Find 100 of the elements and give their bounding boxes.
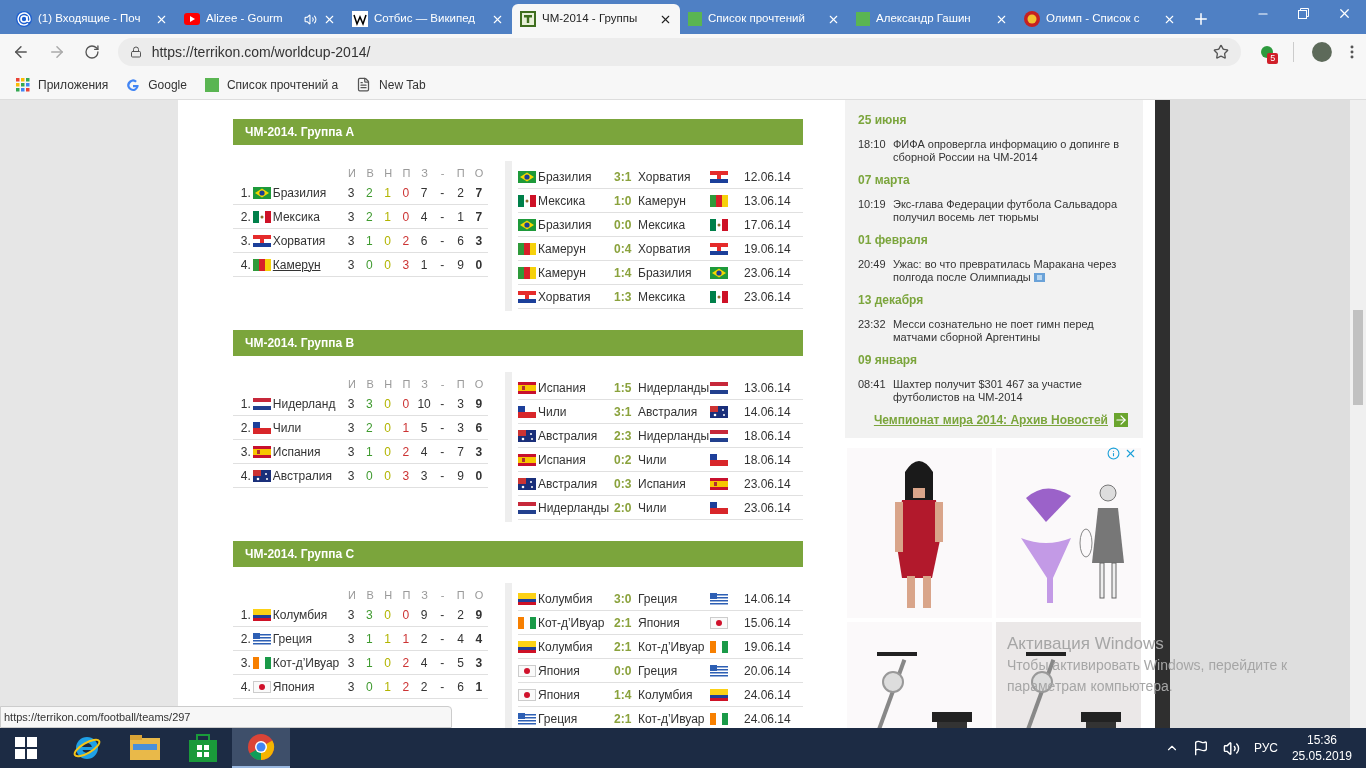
stat-cell-text: 2 <box>401 678 411 696</box>
stat-cell-text: 2 <box>364 208 374 226</box>
menu-icon[interactable] <box>1350 45 1354 59</box>
team-link[interactable]: Хорватия <box>270 231 342 250</box>
bookmark[interactable]: Список прочтений а <box>204 75 339 94</box>
team-link[interactable]: Колумбия <box>270 605 342 624</box>
windows-logo-icon[interactable] <box>15 737 37 759</box>
stat-cell-text: 6 <box>456 232 465 250</box>
news-link[interactable]: Ужас: во что превратилась Маракана через полгода после Олимпиады <box>893 258 1130 284</box>
stat-cell-text: 3 <box>346 606 356 624</box>
flag-alert-icon[interactable] <box>1192 740 1209 756</box>
flag-icon <box>710 218 728 231</box>
stat-cell-text: 9 <box>419 606 429 624</box>
stat-cell-text: 1 <box>364 630 374 648</box>
stat-cell-text: 0 <box>364 467 374 485</box>
news-link[interactable]: Экс-глава Федерации футбола Сальвадора получил восемь лет тюрьмы <box>893 198 1130 224</box>
team-name: Камерун <box>537 240 587 258</box>
language-indicator[interactable]: РУС <box>1253 739 1278 757</box>
stat-cell-text: 0 <box>364 678 374 696</box>
volume-icon[interactable] <box>1222 739 1240 757</box>
team-name: Нидерланды <box>638 427 710 445</box>
stat-cell-text: 0 <box>383 654 392 672</box>
stat-cell-text: 3 <box>474 443 484 461</box>
flag-icon <box>252 421 271 434</box>
flag-icon <box>252 469 271 482</box>
bookmark[interactable]: Google <box>126 75 187 94</box>
browser-tab[interactable]: Сотбис — Википед <box>344 4 512 34</box>
address-bar[interactable]: https://terrikon.com/worldcup-2014/ <box>117 38 1242 66</box>
position: 4. <box>239 678 252 696</box>
info-icon[interactable] <box>1107 447 1120 460</box>
stat-cell-text: 3 <box>346 443 356 461</box>
flag-icon <box>710 194 728 207</box>
column-header: Н <box>383 165 394 181</box>
stat-cell-text: 7 <box>474 208 484 226</box>
match-date: 19.06.14 <box>744 240 791 258</box>
stat-cell-text: 0 <box>383 419 392 437</box>
match-date: 23.06.14 <box>744 288 791 306</box>
star-icon[interactable] <box>1213 44 1230 60</box>
news-date: 09 января <box>858 352 918 369</box>
clock-date[interactable]: 25.05.2019 <box>1291 748 1352 764</box>
stat-cell-text: - <box>439 630 446 648</box>
news-link[interactable]: Месси сознательно не поет гимн перед матчами сборной Аргентины <box>893 318 1130 344</box>
position: 2. <box>239 419 252 437</box>
stat-cell-text: 0 <box>401 208 411 226</box>
browser-tab[interactable]: ЧМ-2014 - Группы <box>512 4 680 34</box>
team-name: Кот-д’Ивуар <box>537 614 606 632</box>
tab-title: Сотбис — Википед <box>374 11 476 27</box>
flag-icon <box>252 445 271 458</box>
stat-cell-text: 3 <box>419 467 429 485</box>
team-link[interactable]: Нидерланд <box>270 394 342 413</box>
close-window-icon[interactable] <box>1337 6 1352 21</box>
column-header: - <box>439 376 446 392</box>
browser-tab[interactable]: Alizee - Gourm <box>176 4 344 34</box>
back-icon[interactable] <box>12 43 30 61</box>
emblem-icon <box>1024 11 1040 27</box>
bookmark[interactable]: Приложения <box>16 75 109 94</box>
reload-icon[interactable] <box>83 44 100 60</box>
team-link[interactable]: Япония <box>270 677 342 696</box>
stat-cell-text: - <box>439 654 446 672</box>
flag-icon <box>710 616 728 629</box>
clock-time[interactable]: 15:36 <box>1306 732 1337 748</box>
news-link[interactable]: ФИФА опровергла информацию о допинге в сборной России на ЧМ-2014 <box>893 138 1130 164</box>
browser-tab[interactable]: (1) Входящие - Поч <box>8 4 176 34</box>
column-header: И <box>347 587 357 603</box>
team-link[interactable]: Австралия <box>270 466 342 485</box>
stat-cell-text: 3 <box>346 256 356 274</box>
flag-icon <box>252 632 271 645</box>
team-name: Испания <box>537 379 587 397</box>
chrome-logo-icon <box>247 733 275 761</box>
flag-icon <box>518 194 536 207</box>
browser-tab[interactable]: Список прочтений <box>680 4 848 34</box>
team-link[interactable]: Испания <box>270 442 342 461</box>
lock-icon <box>129 46 142 58</box>
stat-cell-text: - <box>439 443 446 461</box>
stat-cell-text: 3 <box>346 467 356 485</box>
team-link[interactable]: Мексика <box>270 207 342 226</box>
avatar-icon[interactable] <box>1312 42 1332 62</box>
team-link[interactable]: Кот-д’Ивуар <box>270 653 342 672</box>
team-name: Кот-д’Ивуар <box>638 710 706 728</box>
team-link[interactable]: Бразилия <box>270 183 342 202</box>
stat-cell-text: 0 <box>401 184 411 202</box>
team-link[interactable]: Чили <box>270 418 342 437</box>
team-link[interactable]: Камерун <box>270 255 342 274</box>
match-date: 17.06.14 <box>744 216 791 234</box>
stat-cell-text: 2 <box>456 606 465 624</box>
flag-icon <box>710 405 728 418</box>
stat-cell-text: 3 <box>364 606 374 624</box>
team-name: Япония <box>537 686 581 704</box>
stat-cell-text: - <box>439 678 446 696</box>
news-link[interactable]: Шахтер получит $301 467 за участие футболистов на ЧМ-2014 <box>893 378 1130 404</box>
scrollbar[interactable] <box>1350 100 1366 728</box>
browser-tab[interactable]: Олимп - Список с <box>1016 4 1184 34</box>
browser-tab[interactable]: Александр Гашин <box>848 4 1016 34</box>
new-tab-icon[interactable] <box>1192 10 1210 28</box>
restore-icon[interactable] <box>1298 8 1309 19</box>
team-link[interactable]: Греция <box>270 629 342 648</box>
tab-title: ЧМ-2014 - Группы <box>542 11 639 27</box>
stat-cell-text: 6 <box>419 232 429 250</box>
bookmark[interactable]: New Tab <box>356 75 426 94</box>
stat-cell-text: 3 <box>364 395 374 413</box>
